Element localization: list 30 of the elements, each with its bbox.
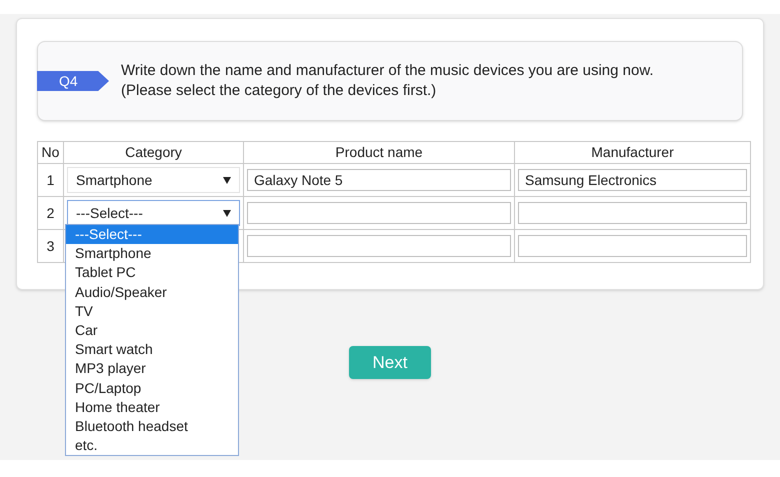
dropdown-arrow-icon <box>223 210 231 216</box>
dropdown-arrow-icon <box>223 176 231 184</box>
row-number: 3 <box>38 230 64 262</box>
column-header: No <box>38 142 64 164</box>
dropdown-option[interactable]: Bluetooth headset <box>66 417 238 436</box>
product-name-field[interactable] <box>247 235 511 257</box>
question-text: Write down the name and manufacturer of the music devices you are using now. (Please select the category of the devices first.) <box>121 61 654 101</box>
column-header: Category <box>64 142 244 164</box>
column-header: Product name <box>244 142 514 164</box>
product-name-field[interactable]: Galaxy Note 5 <box>247 169 511 191</box>
question-badge: Q4 <box>37 71 109 91</box>
dropdown-option[interactable]: Audio/Speaker <box>66 282 238 302</box>
category-select[interactable]: Smartphone <box>67 167 240 193</box>
manufacturer-field[interactable] <box>518 235 747 257</box>
dropdown-option[interactable]: TV <box>66 302 238 322</box>
dropdown-option[interactable]: PC/Laptop <box>66 378 238 398</box>
row-number: 2 <box>38 196 64 230</box>
manufacturer-field[interactable]: Samsung Electronics <box>518 169 747 191</box>
dropdown-option[interactable]: etc. <box>66 436 238 456</box>
dropdown-option[interactable]: Car <box>66 321 238 340</box>
dropdown-option[interactable]: MP3 player <box>66 359 238 379</box>
dropdown-option[interactable]: ---Select--- <box>66 225 238 244</box>
manufacturer-field[interactable] <box>518 202 747 224</box>
category-select[interactable]: ---Select--- <box>67 200 240 226</box>
product-name-field[interactable] <box>247 202 511 224</box>
row-number: 1 <box>38 164 64 196</box>
dropdown-option[interactable]: Tablet PC <box>66 263 238 283</box>
column-header: Manufacturer <box>514 142 750 164</box>
dropdown-option[interactable]: Home theater <box>66 398 238 418</box>
dropdown-option[interactable]: Smart watch <box>66 340 238 360</box>
